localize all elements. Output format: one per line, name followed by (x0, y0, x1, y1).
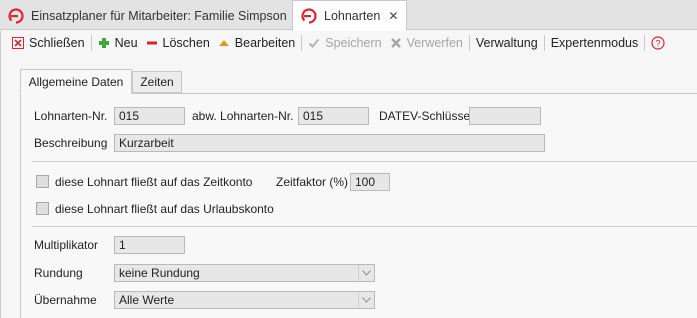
discard-button-label: Verwerfen (406, 36, 463, 50)
new-button-label: Neu (114, 36, 138, 50)
tab-lohnarten[interactable]: Lohnarten ✕ (292, 0, 407, 31)
save-button-label: Speichern (325, 36, 382, 50)
tab-einsatzplaner-label: Einsatzplaner für Mitarbeiter: Familie S… (31, 8, 287, 23)
checkmark-icon (309, 38, 320, 48)
datev-key-label: DATEV-Schlüssel (379, 109, 473, 123)
close-button[interactable]: Schließen (8, 32, 89, 54)
left-border (0, 31, 1, 318)
tab-lohnarten-label: Lohnarten (324, 8, 381, 23)
toolbar-separator (301, 35, 303, 51)
multiplikator-field[interactable]: 1 (114, 236, 185, 254)
help-icon: ? (651, 36, 665, 50)
zeitkonto-checkbox[interactable] (36, 175, 49, 188)
minus-icon (146, 41, 157, 45)
x-icon (390, 38, 401, 48)
delete-button[interactable]: Löschen (142, 32, 214, 54)
expert-mode-label: Expertenmodus (550, 36, 639, 50)
tab-allgemeine-daten[interactable]: Allgemeine Daten (20, 69, 132, 94)
new-button[interactable]: Neu (94, 32, 142, 54)
toolbar-separator (90, 35, 92, 51)
tab-einsatzplaner[interactable]: Einsatzplaner für Mitarbeiter: Familie S… (0, 0, 292, 31)
rundung-value: keine Rundung (119, 266, 200, 280)
zeitkonto-label: diese Lohnart fließt auf das Zeitkonto (55, 175, 253, 189)
urlaubskonto-label: diese Lohnart fließt auf das Urlaubskont… (55, 202, 274, 216)
uebernahme-select[interactable]: Alle Werte (114, 291, 375, 309)
rundung-label: Rundung (34, 266, 83, 280)
chevron-down-icon[interactable] (358, 292, 374, 308)
rundung-select[interactable]: keine Rundung (114, 264, 375, 282)
triangle-up-icon (218, 40, 229, 46)
uebernahme-value: Alle Werte (119, 293, 175, 307)
app-logo-icon (8, 7, 24, 24)
beschreibung-label: Beschreibung (34, 136, 108, 150)
urlaubskonto-checkbox[interactable] (36, 202, 49, 215)
zeitfaktor-label: Zeitfaktor (%) (276, 175, 349, 189)
close-icon[interactable]: ✕ (388, 9, 398, 23)
divider (32, 226, 697, 227)
beschreibung-field[interactable]: Kurzarbeit (114, 134, 545, 152)
toolbar: Schließen Neu Löschen Bearbeiten Speiche… (8, 31, 697, 55)
uebernahme-label: Übernahme (34, 293, 97, 307)
admin-button[interactable]: Verwaltung (472, 32, 542, 54)
help-button[interactable]: ? (647, 32, 669, 54)
toolbar-separator (468, 35, 470, 51)
admin-button-label: Verwaltung (475, 36, 538, 50)
close-box-icon (12, 37, 24, 49)
plus-icon (98, 38, 109, 48)
abw-lohnart-nr-label: abw. Lohnarten-Nr. (192, 109, 294, 123)
app-logo-icon (301, 7, 317, 24)
edit-button-label: Bearbeiten (234, 36, 296, 50)
chevron-down-icon[interactable] (358, 265, 374, 281)
lohnart-nr-label: Lohnarten-Nr. (34, 109, 108, 123)
datev-key-field[interactable] (469, 107, 541, 125)
save-button[interactable]: Speichern (304, 32, 385, 54)
tab-zeiten[interactable]: Zeiten (132, 71, 182, 93)
divider (32, 161, 697, 162)
document-tabstrip: Einsatzplaner für Mitarbeiter: Familie S… (0, 0, 697, 31)
expert-mode-button[interactable]: Expertenmodus (547, 32, 643, 54)
discard-button[interactable]: Verwerfen (386, 32, 467, 54)
delete-button-label: Löschen (162, 36, 210, 50)
toolbar-separator (543, 35, 545, 51)
zeitfaktor-field[interactable]: 100 (350, 173, 390, 191)
help-glyph: ? (656, 39, 661, 50)
multiplikator-label: Multiplikator (34, 238, 99, 252)
close-button-label: Schließen (29, 36, 85, 50)
toolbar-separator (644, 35, 646, 51)
lohnart-nr-field[interactable]: 015 (114, 107, 185, 125)
abw-lohnart-nr-field[interactable]: 015 (298, 107, 369, 125)
edit-button[interactable]: Bearbeiten (214, 32, 299, 54)
